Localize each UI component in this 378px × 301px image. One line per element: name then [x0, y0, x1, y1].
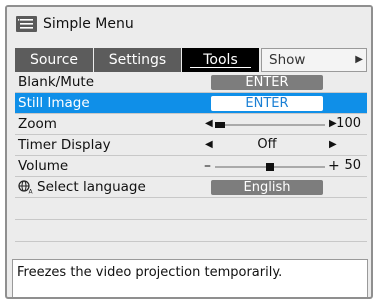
svg-text:A: A	[29, 189, 34, 195]
volume-value: 50	[344, 158, 361, 173]
menu-list-icon	[16, 16, 37, 32]
volume-slider-knob[interactable]	[266, 163, 274, 171]
blank-mute-enter-button[interactable]: ENTER	[211, 75, 323, 90]
tab-source[interactable]: Source	[15, 48, 93, 72]
row-volume[interactable]: Volume – + 50	[15, 156, 367, 177]
menu-rows: Blank/Mute ENTER Still Image ENTER Zoom …	[15, 72, 367, 264]
row-label-zoom: Zoom	[18, 116, 57, 132]
row-timer-display[interactable]: Timer Display ◀ Off ▶	[15, 135, 367, 156]
row-label-volume: Volume	[18, 158, 69, 174]
row-select-language[interactable]: A Select language English	[15, 177, 367, 198]
empty-row	[15, 220, 367, 242]
timer-display-value: Off	[257, 137, 277, 152]
tab-tools[interactable]: Tools	[182, 48, 259, 72]
row-label-select-language: Select language	[37, 179, 146, 195]
zoom-value: 100	[336, 116, 361, 131]
zoom-slider-fill	[215, 122, 225, 128]
chevron-right-icon: ▶	[355, 54, 363, 65]
title-bar: Simple Menu	[7, 7, 371, 41]
tab-settings[interactable]: Settings	[94, 48, 181, 72]
row-label-still-image: Still Image	[18, 95, 90, 111]
globe-language-icon: A	[18, 180, 34, 196]
row-zoom[interactable]: Zoom ◀ ▶ 100	[15, 114, 367, 135]
zoom-slider[interactable]	[215, 122, 325, 128]
row-blank-mute[interactable]: Blank/Mute ENTER	[15, 72, 367, 93]
arrow-left-icon[interactable]: ◀	[205, 135, 213, 155]
row-still-image[interactable]: Still Image ENTER	[15, 93, 367, 114]
volume-slider[interactable]	[215, 163, 325, 171]
still-image-enter-button[interactable]: ENTER	[211, 96, 323, 111]
arrow-right-icon[interactable]: ▶	[329, 135, 337, 155]
row-label-timer-display: Timer Display	[18, 137, 111, 153]
empty-row	[15, 198, 367, 220]
window-title: Simple Menu	[43, 16, 134, 32]
row-label-blank-mute: Blank/Mute	[18, 74, 95, 90]
minus-icon[interactable]: –	[204, 156, 211, 176]
plus-icon[interactable]: +	[328, 156, 340, 176]
language-button[interactable]: English	[211, 180, 323, 195]
description-text: Freezes the video projection temporarily…	[17, 265, 283, 280]
tab-bar: Source Settings Tools Show Advanced ▶	[15, 48, 367, 90]
simple-menu-window: Simple Menu Source Settings Tools Show A…	[5, 5, 373, 299]
description-box: Freezes the video projection temporarily…	[12, 259, 368, 297]
arrow-left-icon[interactable]: ◀	[205, 114, 213, 134]
tab-show-advanced[interactable]: Show Advanced ▶	[261, 48, 367, 90]
